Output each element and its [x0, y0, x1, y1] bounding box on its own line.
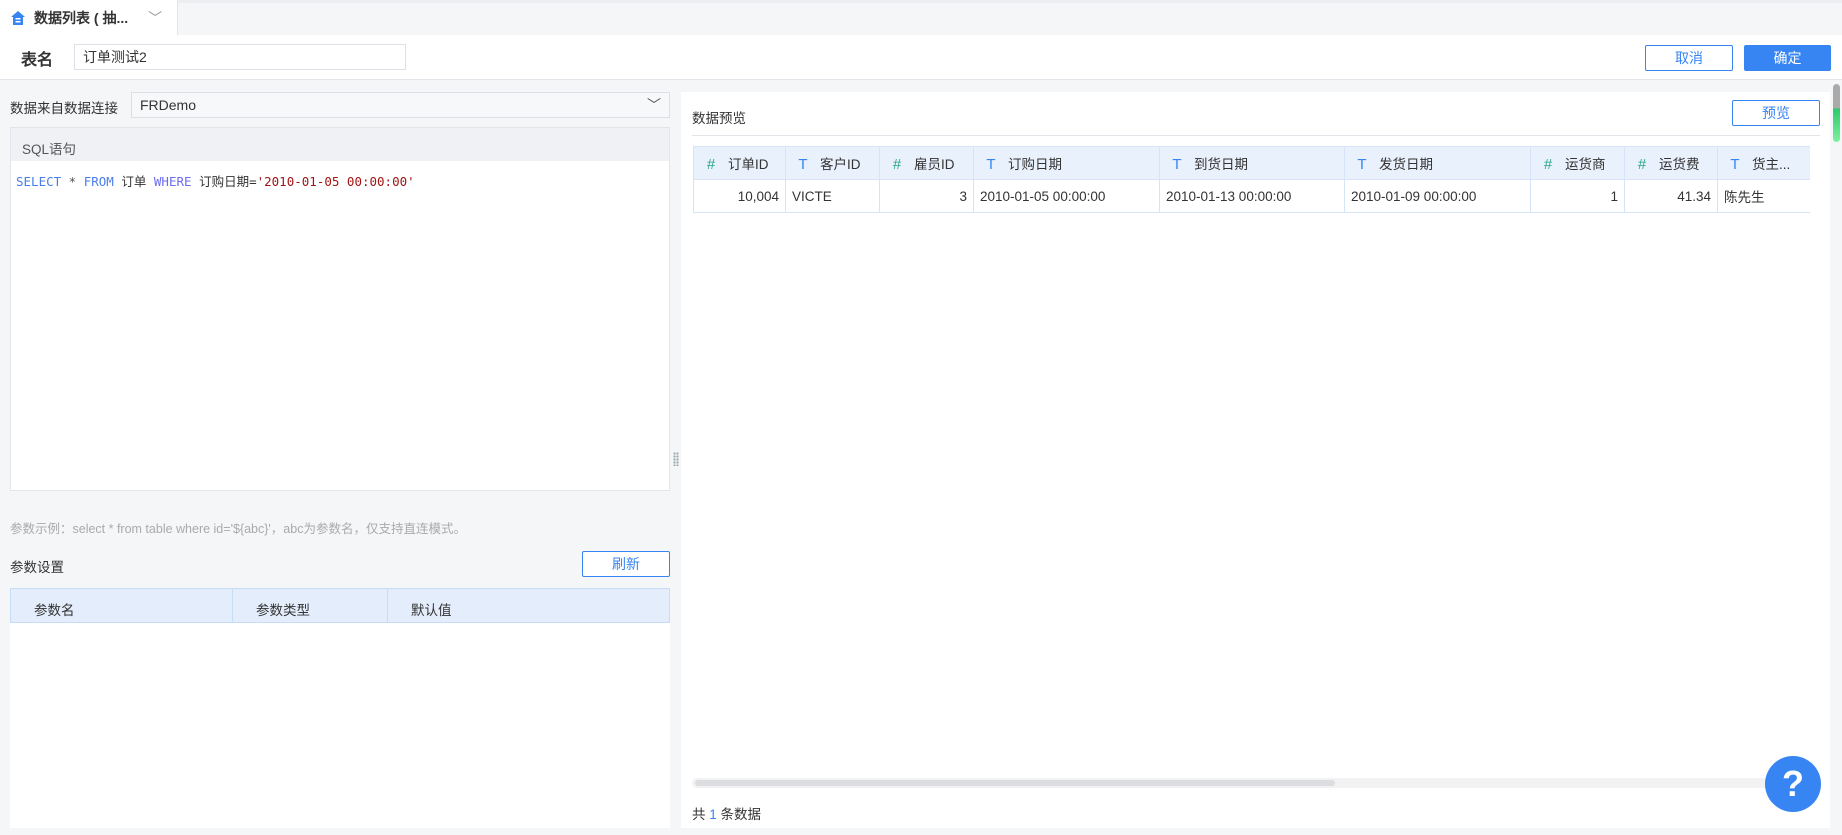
- params-title: 参数设置: [10, 560, 64, 575]
- cancel-button[interactable]: 取消: [1645, 45, 1733, 71]
- sql-title: SQL语句: [11, 128, 669, 161]
- splitter-handle[interactable]: [673, 452, 679, 466]
- table-cell: 41.34: [1624, 179, 1718, 213]
- row-count-value: 1: [709, 807, 717, 822]
- sql-string: '2010-01-05 00:00:00': [256, 174, 415, 189]
- param-hint: 参数示例：select * from table where id='${abc…: [10, 522, 466, 536]
- column-header[interactable]: T 到货日期: [1159, 146, 1345, 180]
- sql-editor[interactable]: SELECT * FROM 订单 WHERE 订购日期='2010-01-05 …: [11, 161, 669, 489]
- params-table: 参数名 参数类型 默认值: [10, 588, 670, 828]
- column-label: 雇员ID: [914, 157, 955, 172]
- preview-button[interactable]: 预览: [1732, 100, 1820, 126]
- number-type-icon: #: [1543, 156, 1553, 173]
- scrollbar-thumb[interactable]: [695, 780, 1335, 786]
- text-type-icon: T: [1730, 156, 1740, 173]
- table-cell: 2010-01-05 00:00:00: [973, 179, 1160, 213]
- column-header[interactable]: # 订单ID: [693, 146, 786, 180]
- column-header[interactable]: T 客户ID: [785, 146, 880, 180]
- chevron-down-icon: ﹀: [647, 97, 661, 113]
- table-cell: 2010-01-09 00:00:00: [1344, 179, 1531, 213]
- column-label: 到货日期: [1194, 157, 1248, 172]
- param-col-name: 参数名: [11, 589, 233, 622]
- text-type-icon: T: [798, 156, 808, 173]
- row-count: 共 1 条数据: [692, 807, 762, 822]
- column-header[interactable]: T 订购日期: [973, 146, 1160, 180]
- divider: [692, 135, 1820, 136]
- connection-select[interactable]: FRDemo ﹀: [131, 92, 670, 118]
- param-col-default: 默认值: [411, 603, 452, 618]
- table-name-input[interactable]: 订单测试2: [74, 44, 406, 70]
- question-icon: ?: [1782, 763, 1804, 804]
- column-label: 订购日期: [1008, 157, 1062, 172]
- column-header[interactable]: T 发货日期: [1344, 146, 1531, 180]
- column-label: 发货日期: [1379, 157, 1433, 172]
- sql-text: 订购日期=: [191, 174, 257, 189]
- sql-editor-panel: SQL语句 SELECT * FROM 订单 WHERE 订购日期='2010-…: [10, 127, 670, 491]
- preview-table: # 订单ID T 客户ID # 雇员ID T 订购日期 T 到货日期 T 发货日期 # 运货商 # 运货费 T 货…: [693, 146, 1810, 213]
- sql-keyword: SELECT: [16, 174, 62, 189]
- home-icon: [11, 10, 25, 25]
- column-header[interactable]: T 货主...: [1717, 146, 1810, 180]
- table-cell: VICTE: [785, 179, 880, 213]
- tab-data-list[interactable]: 数据列表 ( 抽... ﹀: [0, 0, 178, 35]
- text-type-icon: T: [1357, 156, 1367, 173]
- param-col-type: 参数类型: [233, 589, 388, 622]
- column-header[interactable]: # 运货商: [1530, 146, 1625, 180]
- column-label: 客户ID: [820, 157, 861, 172]
- number-type-icon: #: [892, 156, 902, 173]
- table-cell: 1: [1530, 179, 1625, 213]
- column-header[interactable]: # 运货费: [1624, 146, 1718, 180]
- text-type-icon: T: [986, 156, 996, 173]
- preview-title: 数据预览: [692, 111, 746, 126]
- number-type-icon: #: [1637, 156, 1647, 173]
- preview-panel: 数据预览 预览 # 订单ID T 客户ID # 雇员ID T 订购日期 T 到货日期 T 发货日期 # 运…: [681, 92, 1830, 828]
- chevron-down-icon[interactable]: ﹀: [148, 8, 162, 28]
- data-source-label: 数据来自数据连接: [10, 101, 118, 116]
- text-type-icon: T: [1172, 156, 1182, 173]
- table-cell: 3: [879, 179, 974, 213]
- table-cell: 2010-01-13 00:00:00: [1159, 179, 1345, 213]
- table-name-label: 表名: [21, 52, 54, 69]
- column-label: 运货商: [1565, 157, 1606, 172]
- connection-value: FRDemo: [140, 97, 197, 113]
- sql-keyword: WHERE: [153, 174, 192, 189]
- sql-keyword: FROM: [83, 174, 114, 189]
- column-header[interactable]: # 雇员ID: [879, 146, 974, 180]
- column-label: 订单ID: [728, 157, 769, 172]
- header: 表名 订单测试2 取消 确定: [0, 35, 1842, 80]
- tab-title: 数据列表 ( 抽...: [34, 9, 129, 26]
- vertical-scrollbar[interactable]: [1833, 84, 1840, 142]
- confirm-button[interactable]: 确定: [1744, 45, 1831, 71]
- table-cell: 陈先生: [1717, 179, 1810, 213]
- column-label: 运货费: [1659, 157, 1700, 172]
- number-type-icon: #: [706, 156, 716, 173]
- help-button[interactable]: ?: [1765, 756, 1821, 812]
- tab-bar: [0, 0, 1842, 35]
- sql-text: 订单: [113, 174, 154, 189]
- table-cell: 10,004: [693, 179, 786, 213]
- column-label: 货主...: [1752, 157, 1791, 172]
- table-row: 10,004 VICTE 3 2010-01-05 00:00:00 2010-01-1…: [693, 179, 1810, 213]
- refresh-button[interactable]: 刷新: [582, 551, 670, 577]
- horizontal-scrollbar[interactable]: [692, 778, 1812, 788]
- sql-text: *: [61, 174, 84, 189]
